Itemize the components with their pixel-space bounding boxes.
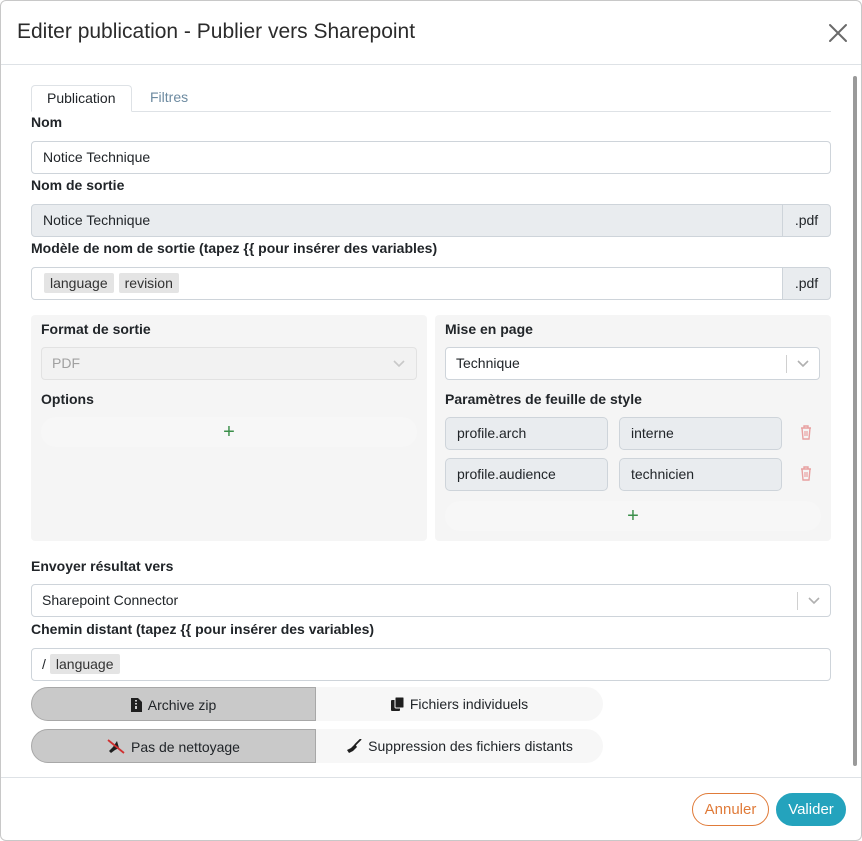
broom-off-icon — [107, 739, 125, 754]
remote-path-prefix: / — [42, 656, 46, 672]
send-to-label: Envoyer résultat vers — [31, 558, 174, 574]
dialog-title: Editer publication - Publier vers Sharep… — [17, 20, 416, 43]
select-separator — [786, 355, 787, 373]
scrollbar[interactable] — [853, 76, 857, 766]
no-cleanup-label: Pas de nettoyage — [131, 739, 240, 755]
chevron-down-icon — [808, 597, 820, 605]
layout-select[interactable]: Technique — [445, 347, 820, 380]
remote-path-label: Chemin distant (tapez {{ pour insérer de… — [31, 621, 375, 637]
add-stylesheet-param-button[interactable]: + — [445, 501, 821, 531]
cancel-button[interactable]: Annuler — [692, 793, 769, 826]
name-label: Nom — [31, 114, 63, 130]
chevron-down-icon — [393, 360, 405, 368]
output-format-value: PDF — [52, 355, 80, 371]
files-icon — [390, 696, 405, 711]
dialog-header: Editer publication - Publier vers Sharep… — [1, 1, 861, 65]
output-name-input: Notice Technique — [31, 204, 783, 237]
archive-zip-label: Archive zip — [147, 697, 217, 713]
broom-icon — [347, 738, 362, 753]
individual-files-option[interactable]: Fichiers individuels — [316, 687, 603, 721]
tab-bar: Publication Filtres — [31, 85, 831, 112]
template-chip-revision[interactable]: revision — [118, 273, 179, 293]
select-separator — [797, 592, 798, 610]
file-zip-icon — [130, 698, 142, 712]
output-name-suffix: .pdf — [782, 204, 831, 237]
send-to-select[interactable]: Sharepoint Connector — [31, 584, 831, 617]
param-key-input[interactable]: profile.audience — [445, 458, 608, 491]
output-format-panel: Format de sortie PDF Options + — [31, 315, 427, 541]
output-template-label: Modèle de nom de sortie (tapez {{ pour i… — [31, 240, 438, 256]
individual-files-label: Fichiers individuels — [409, 696, 529, 712]
send-to-value: Sharepoint Connector — [42, 592, 179, 608]
output-format-label: Format de sortie — [41, 321, 151, 337]
param-value-input[interactable]: interne — [619, 417, 782, 450]
remote-path-input[interactable]: / language — [31, 648, 831, 681]
trash-icon[interactable] — [799, 465, 813, 481]
chevron-down-icon — [797, 360, 809, 368]
add-option-button[interactable]: + — [41, 417, 417, 447]
tab-publication[interactable]: Publication — [31, 85, 132, 112]
layout-label: Mise en page — [445, 321, 533, 337]
tab-filtres[interactable]: Filtres — [135, 85, 203, 112]
layout-value: Technique — [456, 355, 520, 371]
output-name-label: Nom de sortie — [31, 177, 125, 193]
options-label: Options — [41, 391, 94, 407]
delete-remote-files-option[interactable]: Suppression des fichiers distants — [316, 729, 603, 763]
archive-zip-option[interactable]: Archive zip — [31, 687, 316, 721]
template-chip-language[interactable]: language — [44, 273, 114, 293]
param-value-input[interactable]: technicien — [619, 458, 782, 491]
output-format-select: PDF — [41, 347, 417, 380]
trash-icon[interactable] — [799, 424, 813, 440]
close-icon — [829, 24, 847, 42]
name-input[interactable]: Notice Technique — [31, 141, 831, 174]
delete-remote-files-label: Suppression des fichiers distants — [368, 738, 573, 754]
output-template-input[interactable]: language revision — [31, 267, 783, 300]
dialog-body: Publication Filtres Nom Notice Technique… — [1, 66, 861, 777]
layout-panel: Mise en page Technique Paramètres de feu… — [435, 315, 831, 541]
dialog-footer: Annuler Valider — [1, 777, 861, 840]
close-button[interactable] — [827, 22, 849, 44]
remote-path-chip-language[interactable]: language — [49, 654, 120, 674]
stylesheet-params-label: Paramètres de feuille de style — [445, 391, 642, 407]
no-cleanup-option[interactable]: Pas de nettoyage — [31, 729, 316, 763]
edit-publication-dialog: Editer publication - Publier vers Sharep… — [0, 0, 862, 841]
output-template-suffix: .pdf — [782, 267, 831, 300]
validate-button[interactable]: Valider — [776, 793, 846, 826]
param-key-input[interactable]: profile.arch — [445, 417, 608, 450]
